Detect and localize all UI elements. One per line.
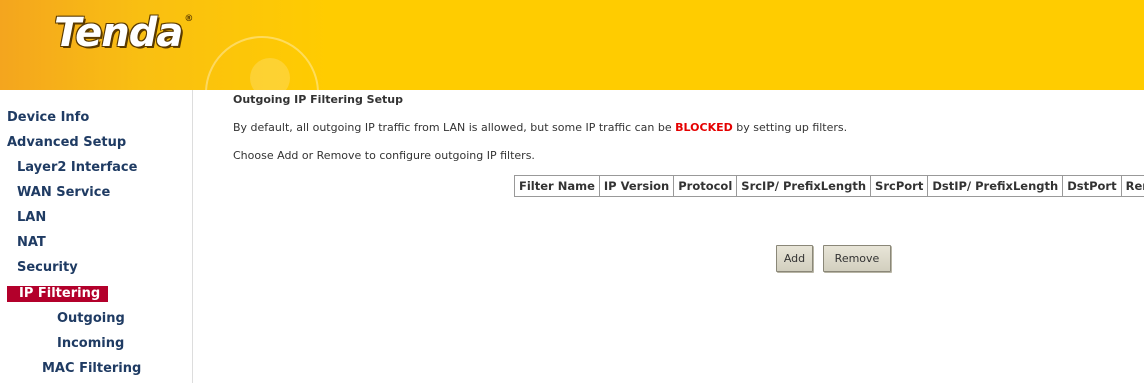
page-title: Outgoing IP Filtering Setup <box>233 93 404 106</box>
description-text: By default, all outgoing IP traffic from… <box>233 121 676 134</box>
blocked-emphasis: BLOCKED <box>675 121 733 134</box>
logo-text: Tenda <box>54 10 183 56</box>
column-src-ip: SrcIP/ PrefixLength <box>736 175 872 197</box>
sidebar-item-advanced-setup[interactable]: Advanced Setup <box>7 135 126 150</box>
column-ip-version: IP Version <box>598 175 675 197</box>
banner-decoration-dot <box>250 58 290 90</box>
column-protocol: Protocol <box>673 175 738 197</box>
tenda-logo: Tenda ® <box>54 10 193 56</box>
sidebar-item-nat[interactable]: NAT <box>17 235 46 250</box>
sidebar-item-security[interactable]: Security <box>17 260 78 275</box>
remove-button[interactable]: Remove <box>823 245 891 272</box>
sidebar-item-mac-filtering[interactable]: MAC Filtering <box>42 361 141 376</box>
sidebar-nav: Device Info Advanced Setup Layer2 Interf… <box>0 90 193 383</box>
description-default: By default, all outgoing IP traffic from… <box>233 121 847 134</box>
sidebar-item-outgoing[interactable]: Outgoing <box>57 311 125 326</box>
header-banner: Tenda ® <box>0 0 1144 90</box>
column-filter-name: Filter Name <box>514 175 600 197</box>
sidebar-item-device-info[interactable]: Device Info <box>7 110 89 125</box>
sidebar-item-lan[interactable]: LAN <box>17 210 46 225</box>
column-src-port: SrcPort <box>870 175 929 197</box>
registered-mark: ® <box>184 14 193 24</box>
sidebar-item-incoming[interactable]: Incoming <box>57 336 124 351</box>
column-dst-ip: DstIP/ PrefixLength <box>927 175 1064 197</box>
filters-table: Filter Name IP Version Protocol SrcIP/ P… <box>514 175 1144 197</box>
column-dst-port: DstPort <box>1062 175 1122 197</box>
description-text-end: by setting up filters. <box>732 121 848 134</box>
description-instructions: Choose Add or Remove to configure outgoi… <box>233 149 535 162</box>
sidebar-item-ip-filtering[interactable]: IP Filtering <box>7 286 109 302</box>
add-button[interactable]: Add <box>776 245 813 272</box>
column-remove: Remove <box>1120 175 1144 197</box>
sidebar-item-layer2-interface[interactable]: Layer2 Interface <box>17 160 137 175</box>
sidebar-item-wan-service[interactable]: WAN Service <box>17 185 110 200</box>
table-header-row: Filter Name IP Version Protocol SrcIP/ P… <box>514 175 1144 197</box>
